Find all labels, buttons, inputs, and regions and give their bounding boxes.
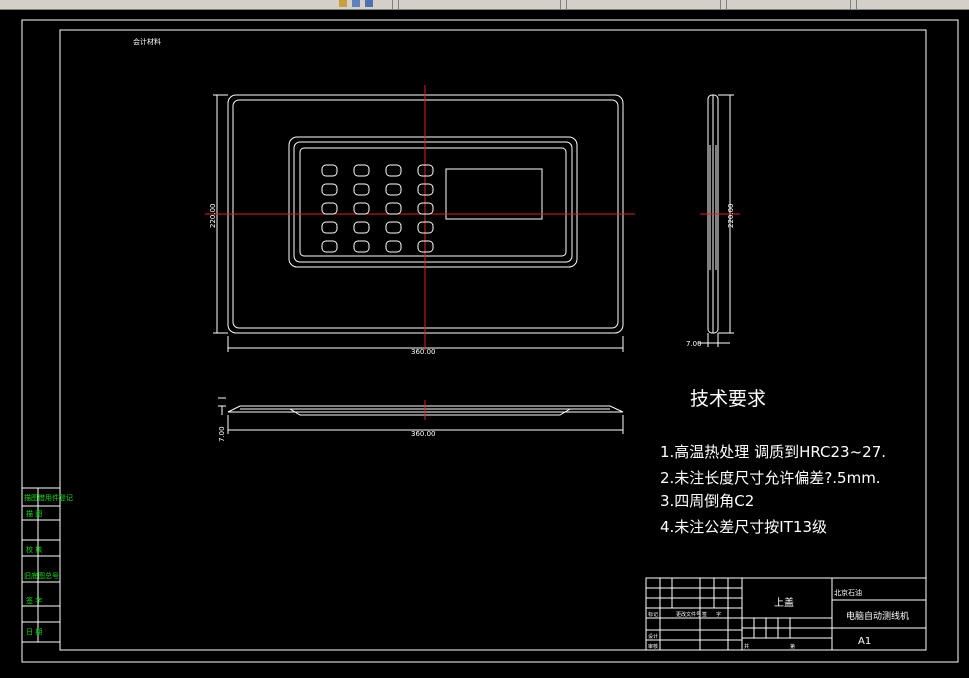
svg-text:设计: 设计 bbox=[648, 633, 658, 640]
drawing-canvas[interactable]: 360.00 360.00 7.00 220.00 220.00 7.00 会计… bbox=[0, 10, 969, 674]
keypad-button bbox=[353, 202, 370, 215]
svg-text:共: 共 bbox=[744, 643, 749, 650]
top-left-title: 会计材料 bbox=[133, 37, 161, 46]
keypad-grid bbox=[321, 164, 434, 253]
svg-text:审核: 审核 bbox=[648, 643, 658, 650]
keypad-button bbox=[353, 183, 370, 196]
side-label-2: 描 图 bbox=[26, 509, 42, 518]
keypad-button bbox=[385, 183, 402, 196]
dim-front-width: 360.00 bbox=[411, 348, 436, 356]
keypad-button bbox=[321, 221, 338, 234]
keypad-button bbox=[321, 183, 338, 196]
side-label-6: 日 期 bbox=[26, 628, 42, 636]
dim-side-thickness: 7.00 bbox=[686, 340, 702, 348]
part-name: 上盖 bbox=[774, 596, 794, 609]
requirement-1: 1.高温热处理 调质到HRC23~27. bbox=[660, 443, 887, 461]
folder-icon[interactable] bbox=[365, 0, 373, 7]
keypad-button bbox=[385, 164, 402, 177]
svg-text:更改文件号: 更改文件号 bbox=[676, 611, 701, 618]
toolbar bbox=[0, 0, 969, 10]
product-name: 电脑自动测线机 bbox=[846, 610, 909, 622]
zoom-icon[interactable] bbox=[352, 0, 360, 7]
svg-text:标记: 标记 bbox=[648, 611, 658, 618]
requirements-title: 技术要求 bbox=[690, 388, 767, 410]
requirement-3: 3.四周倒角C2 bbox=[660, 492, 755, 510]
dim-bottom-width: 360.00 bbox=[411, 430, 436, 438]
keypad-button bbox=[385, 221, 402, 234]
inner-frame bbox=[59, 29, 927, 651]
keypad-button bbox=[321, 164, 338, 177]
keypad-button bbox=[321, 202, 338, 215]
outer-frame bbox=[21, 19, 959, 663]
keypad-button bbox=[321, 240, 338, 253]
cad-drawing: 360.00 360.00 7.00 220.00 220.00 7.00 会计… bbox=[21, 19, 959, 663]
dim-front-height: 220.00 bbox=[209, 204, 217, 229]
dim-bottom-thickness: 7.00 bbox=[218, 426, 226, 442]
requirement-2: 2.未注长度尺寸允许偏差?.5mm. bbox=[660, 469, 881, 487]
side-label-1: 描图借用件登记 bbox=[24, 493, 73, 502]
side-label-3: 校 核 bbox=[26, 545, 42, 554]
keypad-button bbox=[353, 221, 370, 234]
dim-side-height: 220.00 bbox=[727, 204, 735, 229]
requirement-4: 4.未注公差尺寸按IT13级 bbox=[660, 518, 827, 536]
company-name: 北京石油 bbox=[834, 588, 862, 597]
svg-text:第: 第 bbox=[790, 643, 795, 650]
centerlines bbox=[205, 85, 740, 420]
display-window bbox=[445, 168, 543, 220]
pan-icon[interactable] bbox=[339, 0, 347, 7]
keypad-button bbox=[353, 164, 370, 177]
keypad-button bbox=[385, 240, 402, 253]
side-label-4: 旧底图总号 bbox=[24, 571, 59, 580]
svg-text:字: 字 bbox=[716, 611, 721, 618]
keypad-button bbox=[385, 202, 402, 215]
side-label-5: 签 字 bbox=[26, 596, 42, 605]
keypad-button bbox=[353, 240, 370, 253]
svg-text:签: 签 bbox=[702, 611, 707, 618]
sheet-size: A1 bbox=[858, 636, 871, 647]
